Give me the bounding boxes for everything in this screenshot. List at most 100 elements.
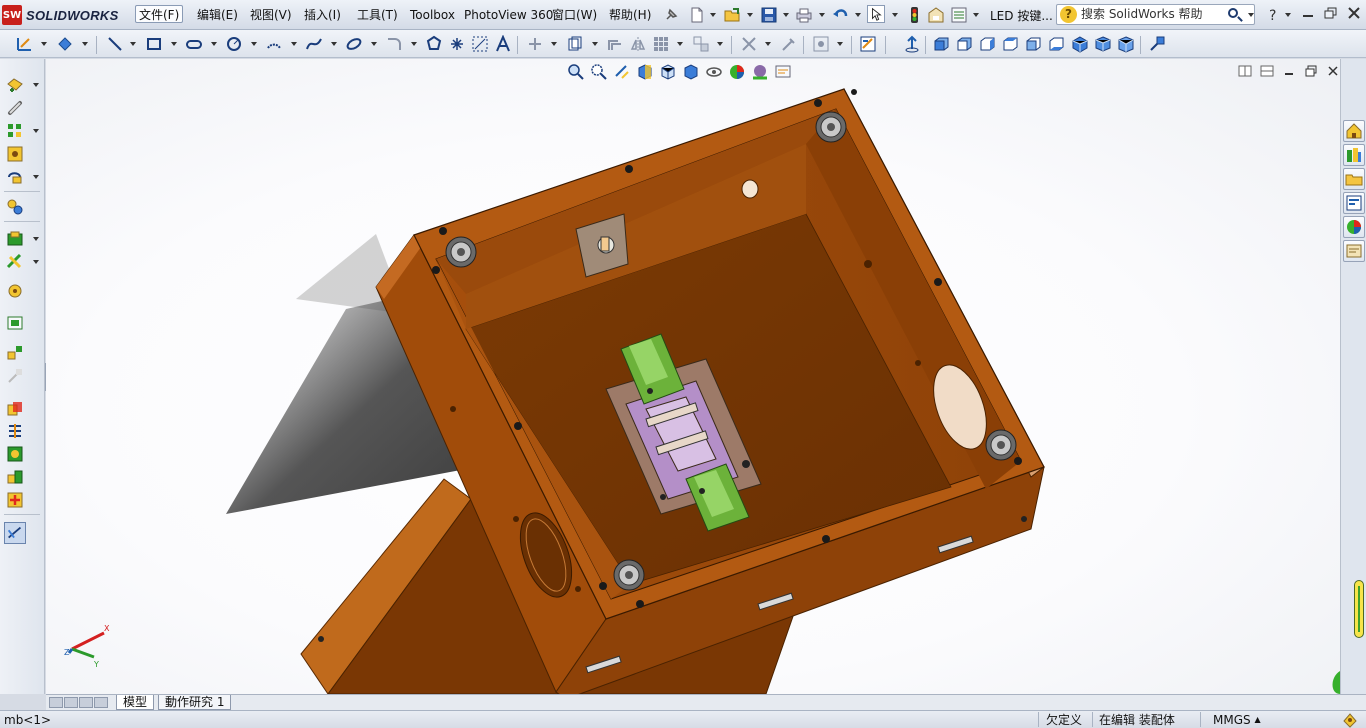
rapid-sketch-icon[interactable] [859, 35, 877, 53]
insert-components-icon[interactable] [6, 76, 24, 94]
centerline-icon[interactable] [471, 35, 489, 53]
relations-dropdown-arrow[interactable] [765, 42, 771, 46]
display-style-icon[interactable] [681, 62, 701, 82]
quick-tips-icon[interactable] [1342, 712, 1358, 728]
menu-tools[interactable]: 工具(T) [354, 6, 401, 24]
search-icon[interactable] [1228, 8, 1238, 18]
view-right-icon[interactable] [1001, 35, 1019, 53]
search-dropdown-arrow[interactable] [1248, 13, 1254, 17]
smart-fasteners-icon[interactable] [6, 145, 24, 163]
assembly-features-dropdown[interactable] [33, 237, 39, 241]
line-icon[interactable] [106, 35, 124, 53]
view-isometric-icon[interactable] [1071, 35, 1089, 53]
pin-icon[interactable] [662, 6, 680, 24]
view-left-icon[interactable] [978, 35, 996, 53]
graphics-area[interactable]: X Y Z [46, 59, 1340, 694]
convert-dropdown-arrow[interactable] [592, 42, 598, 46]
repair-sketch-icon[interactable] [780, 35, 798, 53]
view-orientation-icon[interactable] [658, 62, 678, 82]
apply-scene-icon[interactable] [750, 62, 770, 82]
view-bottom-icon[interactable] [1047, 35, 1065, 53]
trim-icon[interactable] [526, 35, 544, 53]
assembly-xpert-icon[interactable] [6, 491, 24, 509]
view-trimetric-icon[interactable] [1094, 35, 1112, 53]
clearance-verification-icon[interactable] [6, 422, 24, 440]
hide-show-items-icon[interactable] [704, 62, 724, 82]
fillet-dropdown-arrow[interactable] [411, 42, 417, 46]
assembly-features-icon[interactable] [6, 230, 24, 248]
reference-geometry-dropdown[interactable] [33, 260, 39, 264]
mirror-entities-icon[interactable] [629, 35, 647, 53]
pattern-dropdown-arrow[interactable] [677, 42, 683, 46]
options-icon[interactable] [950, 6, 968, 24]
options-dropdown-arrow[interactable] [973, 13, 979, 17]
slot-dropdown-arrow[interactable] [211, 42, 217, 46]
move-dropdown-arrow[interactable] [717, 42, 723, 46]
slot-icon[interactable] [185, 35, 203, 53]
tab-first-button[interactable] [49, 697, 63, 708]
view-dimetric-icon[interactable] [1117, 35, 1135, 53]
zoom-to-fit-icon[interactable] [566, 62, 586, 82]
zoom-to-area-icon[interactable] [589, 62, 609, 82]
mate-icon[interactable] [6, 99, 24, 117]
tab-motion-study[interactable]: 動作研究 1 [158, 695, 232, 710]
save-icon[interactable] [760, 6, 778, 24]
arc-dropdown-arrow[interactable] [291, 42, 297, 46]
show-hidden-components-icon[interactable] [6, 198, 24, 216]
pattern-dropdown[interactable] [33, 129, 39, 133]
display-relations-icon[interactable] [740, 35, 758, 53]
units-selector[interactable]: MMGS ▲ [1213, 712, 1261, 728]
move-entities-icon[interactable] [692, 35, 710, 53]
rectangle-icon[interactable] [145, 35, 163, 53]
ellipse-icon[interactable] [345, 35, 363, 53]
select-arrow-icon[interactable] [867, 5, 885, 23]
open-dropdown-arrow[interactable] [747, 13, 753, 17]
fillet-icon[interactable] [385, 35, 403, 53]
normal-to-icon[interactable] [1148, 35, 1166, 53]
linear-component-pattern-icon[interactable] [6, 122, 24, 140]
interference-detection-icon[interactable] [6, 400, 24, 418]
undo-dropdown-arrow[interactable] [855, 13, 861, 17]
view-front-icon[interactable] [932, 35, 950, 53]
bill-of-materials-icon[interactable] [6, 314, 24, 332]
close-window-icon[interactable] [1346, 6, 1362, 20]
file-properties-icon[interactable] [927, 6, 945, 24]
menu-file[interactable]: 文件(F) [135, 5, 184, 23]
print-icon[interactable] [795, 6, 813, 24]
move-dropdown[interactable] [33, 175, 39, 179]
rebuild-traffic-light-icon[interactable] [905, 6, 923, 24]
menu-window[interactable]: 窗口(W) [549, 6, 600, 24]
section-view-icon[interactable] [635, 62, 655, 82]
appearances-tab[interactable] [1343, 216, 1365, 238]
menu-insert[interactable]: 插入(I) [301, 6, 344, 24]
linear-pattern-icon[interactable] [652, 35, 670, 53]
viewport-minimize-icon[interactable] [1282, 65, 1296, 77]
sketch-dropdown-arrow[interactable] [41, 42, 47, 46]
undo-icon[interactable] [832, 6, 850, 24]
reference-geometry-icon[interactable] [6, 253, 24, 271]
spline-icon[interactable] [305, 35, 323, 53]
open-folder-icon[interactable] [724, 6, 742, 24]
convert-entities-icon[interactable] [566, 35, 584, 53]
viewport-restore-icon[interactable] [1304, 65, 1318, 77]
view-back-icon[interactable] [955, 35, 973, 53]
arc-icon[interactable] [265, 35, 283, 53]
help-icon[interactable]: ? [1265, 6, 1283, 24]
assembly-visualization-icon[interactable] [6, 468, 24, 486]
dimension-dropdown-arrow[interactable] [82, 42, 88, 46]
spline-dropdown-arrow[interactable] [331, 42, 337, 46]
instant3d-toggle-icon[interactable] [4, 522, 26, 544]
menu-photoview[interactable]: PhotoView 360 [461, 6, 556, 24]
menu-toolbox[interactable]: Toolbox [407, 6, 458, 24]
new-motion-study-icon[interactable] [6, 282, 24, 300]
point-icon[interactable] [448, 35, 466, 53]
menu-edit[interactable]: 编辑(E) [194, 6, 241, 24]
viewport-scroll-indicator[interactable] [1354, 580, 1364, 638]
new-dropdown-arrow[interactable] [710, 13, 716, 17]
menu-view[interactable]: 视图(V) [247, 6, 295, 24]
select-dropdown-arrow[interactable] [892, 13, 898, 17]
snaps-dropdown-arrow[interactable] [837, 42, 843, 46]
view-top-icon[interactable] [1024, 35, 1042, 53]
minimize-window-icon[interactable] [1300, 6, 1316, 20]
quick-snaps-icon[interactable] [812, 35, 830, 53]
